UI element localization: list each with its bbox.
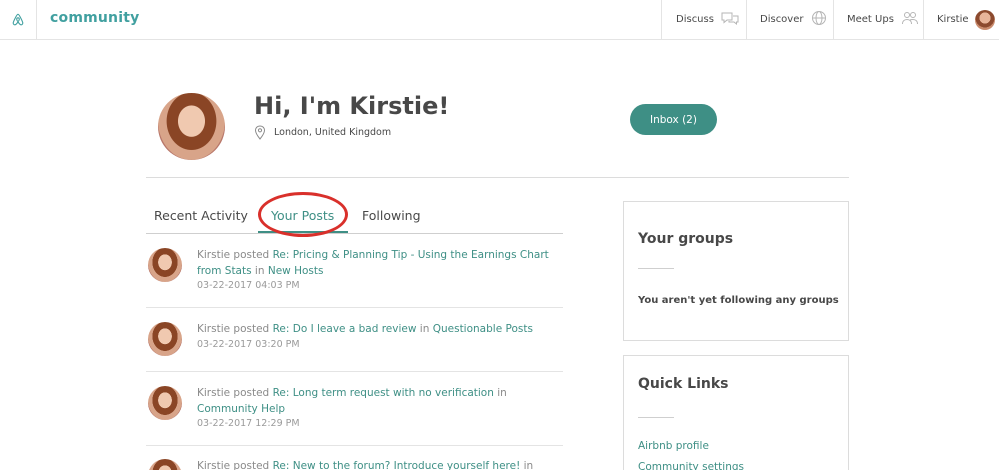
- post-date: 03-22-2017 03:20 PM: [197, 338, 300, 350]
- nav-discover-label: Discover: [760, 14, 804, 25]
- nav-meetups[interactable]: Meet Ups: [833, 0, 924, 39]
- your-groups-title: Your groups: [638, 231, 734, 247]
- post-in-label: in: [523, 460, 534, 470]
- your-groups-empty-text: You aren't yet following any groups: [638, 295, 839, 306]
- tab-following[interactable]: Following: [362, 208, 421, 223]
- list-item: Kirstie posted Re: Do I leave a bad revi…: [146, 308, 563, 372]
- post-body: Kirstie posted Re: Pricing & Planning Ti…: [197, 248, 557, 293]
- location-pin-icon: [254, 125, 266, 140]
- community-settings-link[interactable]: Community settings: [638, 461, 744, 470]
- nav-discuss-label: Discuss: [676, 14, 714, 25]
- post-title-link[interactable]: Re: Long term request with no verificati…: [273, 387, 494, 399]
- post-body: Kirstie posted Re: New to the forum? Int…: [197, 459, 557, 470]
- airbnb-logo-icon[interactable]: [0, 0, 37, 39]
- post-board-link[interactable]: Community Help: [197, 403, 285, 415]
- quick-links-card: Quick Links Airbnb profile Community set…: [623, 355, 849, 470]
- post-board-link[interactable]: New Hosts: [268, 265, 324, 277]
- nav-user-name: Kirstie: [937, 14, 969, 25]
- post-date: 03-22-2017 12:29 PM: [197, 418, 300, 429]
- your-groups-card: Your groups You aren't yet following any…: [623, 201, 849, 341]
- card-divider: [638, 417, 674, 418]
- header-divider: [146, 177, 849, 178]
- post-in-label: in: [497, 387, 507, 399]
- highlight-circle-annotation: [258, 192, 348, 237]
- post-board-link[interactable]: Questionable Posts: [433, 323, 533, 335]
- nav-meetups-label: Meet Ups: [847, 14, 894, 25]
- post-author: Kirstie posted: [197, 387, 270, 399]
- post-body: Kirstie posted Re: Long term request wit…: [197, 386, 557, 431]
- profile-avatar: [158, 93, 225, 160]
- post-author: Kirstie posted: [197, 249, 270, 261]
- nav-discover[interactable]: Discover: [746, 0, 834, 39]
- post-author-avatar: [148, 248, 182, 282]
- activity-tabs: Recent Activity Your Posts Following: [146, 192, 563, 237]
- post-author: Kirstie posted: [197, 323, 270, 335]
- list-item: Kirstie posted Re: Long term request wit…: [146, 372, 563, 446]
- airbnb-profile-link[interactable]: Airbnb profile: [638, 440, 709, 452]
- chat-bubbles-icon: [721, 11, 739, 29]
- community-brand-link[interactable]: community: [50, 10, 139, 26]
- post-title-link[interactable]: Re: New to the forum? Introduce yourself…: [273, 460, 521, 470]
- profile-location: London, United Kingdom: [254, 125, 391, 140]
- quick-links-title: Quick Links: [638, 376, 729, 392]
- post-title-link[interactable]: Re: Do I leave a bad review: [273, 323, 417, 335]
- profile-greeting: Hi, I'm Kirstie!: [254, 92, 450, 120]
- post-author-avatar: [148, 322, 182, 356]
- inbox-button[interactable]: Inbox (2): [630, 104, 717, 135]
- people-group-icon: [901, 10, 919, 29]
- top-navigation-bar: community Discuss Discover Meet Ups Kirs…: [0, 0, 999, 40]
- post-date: 03-22-2017 04:03 PM: [197, 280, 300, 291]
- tab-recent-activity[interactable]: Recent Activity: [154, 208, 248, 223]
- globe-icon: [811, 10, 827, 29]
- post-author: Kirstie posted: [197, 460, 270, 470]
- post-author-avatar: [148, 459, 182, 470]
- post-body: Kirstie posted Re: Do I leave a bad revi…: [197, 322, 557, 352]
- post-in-label: in: [254, 264, 265, 277]
- card-divider: [638, 268, 674, 269]
- nav-discuss[interactable]: Discuss: [661, 0, 747, 39]
- nav-user-menu[interactable]: Kirstie: [923, 0, 999, 39]
- profile-location-text: London, United Kingdom: [274, 127, 392, 138]
- post-in-label: in: [419, 323, 430, 335]
- user-avatar: [974, 9, 995, 30]
- post-author-avatar: [148, 386, 182, 420]
- list-item: Kirstie posted Re: Pricing & Planning Ti…: [146, 241, 563, 308]
- list-item: Kirstie posted Re: New to the forum? Int…: [146, 446, 563, 470]
